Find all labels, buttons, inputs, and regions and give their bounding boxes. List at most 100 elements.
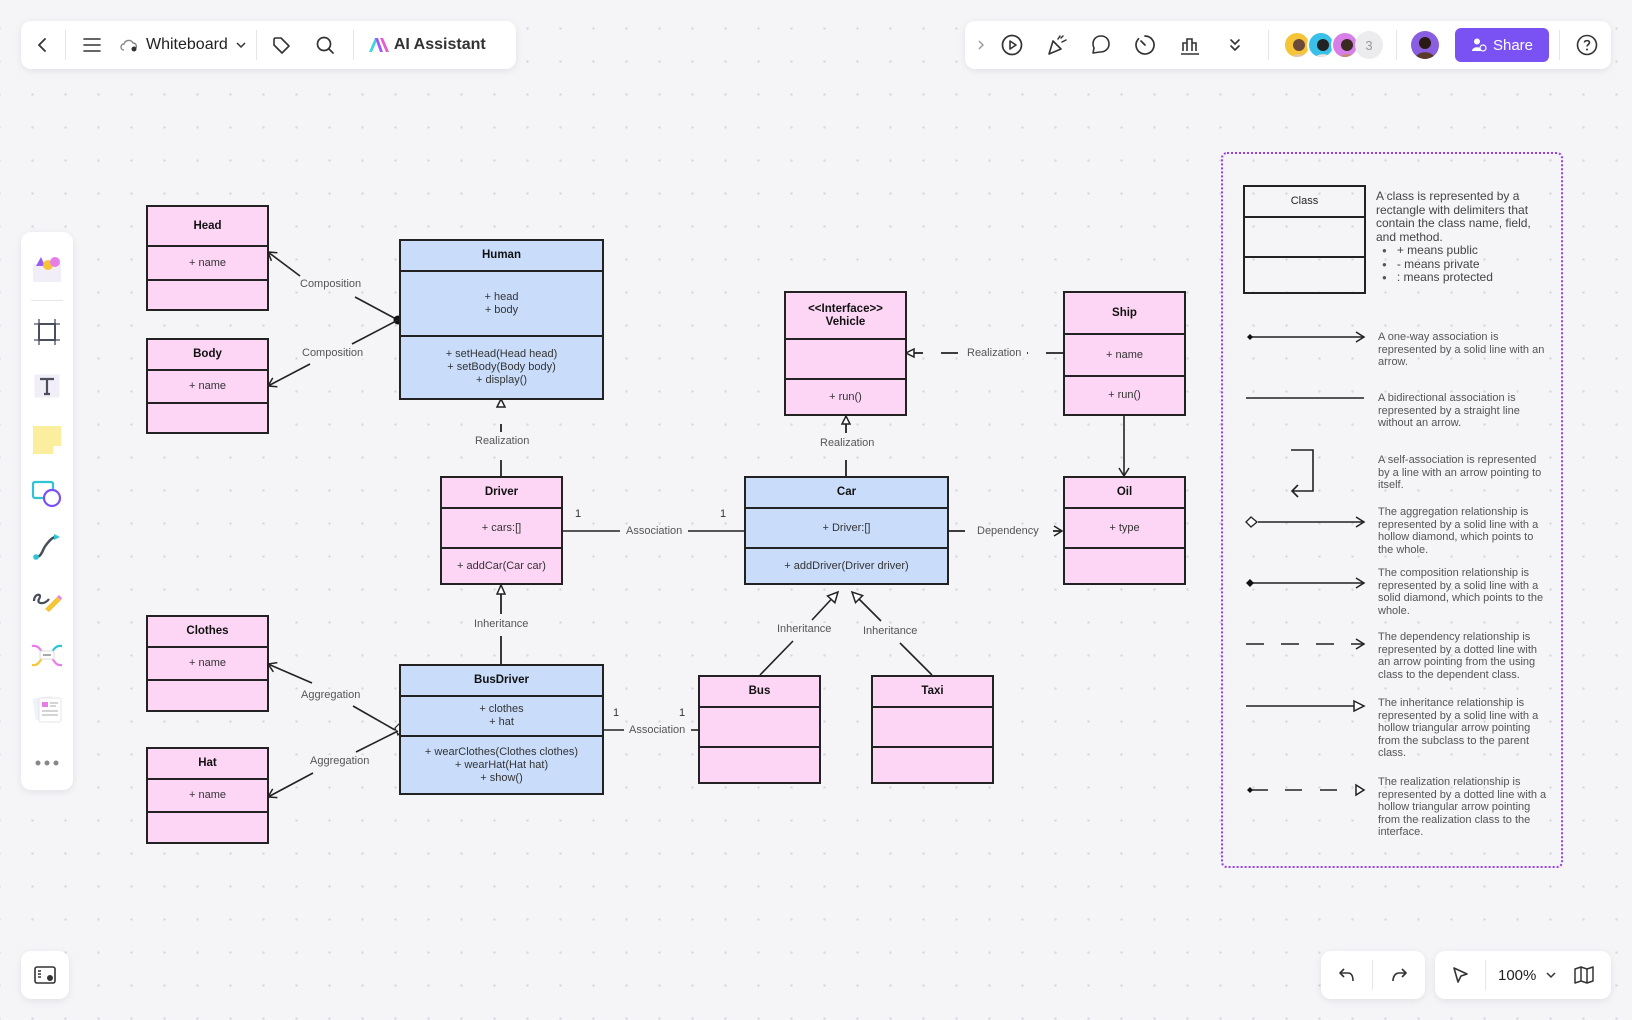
class-method: + run() [829, 390, 862, 403]
minimap-button[interactable] [1566, 951, 1602, 999]
pen-tool[interactable] [25, 579, 69, 623]
class-oil[interactable]: Oil + type [1063, 476, 1186, 585]
zoom-level-dropdown[interactable]: 100% [1486, 951, 1566, 999]
connector-label[interactable]: Inheritance [775, 623, 834, 635]
map-icon [1574, 966, 1595, 984]
connector-label[interactable]: Composition [300, 347, 366, 359]
board-title-dropdown[interactable]: Whiteboard [118, 21, 256, 69]
class-human[interactable]: Human + head + body + setHead(Head head)… [399, 239, 604, 400]
expand-toolbar-button[interactable] [971, 35, 991, 55]
mindmap-tool[interactable] [25, 633, 69, 677]
class-methods-section [1065, 547, 1184, 583]
select-tool-button[interactable] [1435, 951, 1485, 999]
class-car[interactable]: Car + Driver:[] + addDriver(Driver drive… [744, 476, 949, 585]
celebrate-icon [1048, 35, 1067, 55]
redo-icon [1391, 968, 1407, 982]
class-field: + cars:[] [481, 521, 522, 534]
sticky-note-tool[interactable] [25, 418, 69, 462]
tag-button[interactable] [257, 21, 305, 69]
templates-tool[interactable] [25, 247, 69, 291]
class-clothes[interactable]: Clothes + name [146, 615, 269, 712]
ai-assistant-button[interactable]: AI Assistant [354, 21, 496, 69]
class-method: + display() [475, 374, 528, 386]
connector-label[interactable]: Aggregation [308, 755, 372, 767]
class-busdriver[interactable]: BusDriver + clothes + hat + wearClothes(… [399, 664, 604, 795]
connector-label[interactable]: Realization [473, 435, 532, 447]
connector-icon [33, 534, 60, 561]
chart-icon [1181, 38, 1199, 55]
class-field: + hat [489, 716, 514, 728]
present-button[interactable] [998, 31, 1026, 59]
more-tools-button[interactable] [1221, 31, 1249, 59]
class-name: Body [193, 348, 222, 360]
divider [1268, 30, 1269, 60]
connector-label[interactable]: Inheritance [861, 625, 920, 637]
class-body[interactable]: Body + name [146, 338, 269, 434]
class-name: Taxi [921, 685, 944, 697]
class-driver[interactable]: Driver + cars:[] + addCar(Car car) [440, 476, 563, 585]
class-name: Human [482, 249, 521, 261]
connector-label[interactable]: Association [627, 724, 688, 736]
timer-icon [1135, 35, 1155, 55]
class-field: + body [484, 303, 519, 316]
class-method: + addCar(Car car) [457, 559, 546, 572]
back-button[interactable] [21, 21, 65, 69]
connector-label[interactable]: Aggregation [299, 689, 363, 701]
current-user-avatar[interactable] [1411, 31, 1439, 59]
connector-tool[interactable] [25, 526, 69, 570]
presentation-notes-button[interactable] [21, 951, 69, 999]
class-vehicle-interface[interactable]: <<Interface>> Vehicle + run() [784, 291, 907, 416]
legend-text-dependency: The dependency relationship is represent… [1378, 631, 1537, 681]
multiplicity-label: 1 [613, 707, 620, 719]
timer-button[interactable] [1131, 31, 1159, 59]
pen-icon [32, 594, 62, 613]
connector-label[interactable]: Dependency [975, 525, 1041, 537]
chevron-right-icon [978, 40, 984, 50]
legend-class-box: Class [1243, 185, 1366, 294]
class-field: + head [484, 290, 519, 303]
vote-button[interactable] [1176, 31, 1204, 59]
more-tools-button[interactable] [25, 741, 69, 785]
play-icon [1001, 34, 1023, 56]
class-field: + Driver:[] [822, 521, 871, 534]
class-head[interactable]: Head + name [146, 205, 269, 311]
collaborator-count[interactable]: 3 [1355, 31, 1383, 59]
text-tool[interactable] [25, 364, 69, 408]
legend-text-aggregation: The aggregation relationship is represen… [1378, 506, 1539, 556]
connector-label[interactable]: Realization [818, 437, 877, 449]
avatar-image-icon [1415, 37, 1435, 59]
frame-tool[interactable] [25, 310, 69, 354]
legend-text-realization: The realization relationship is represen… [1378, 776, 1547, 839]
shapes-tool[interactable] [25, 472, 69, 516]
celebrate-button[interactable] [1043, 31, 1071, 59]
undo-button[interactable] [1321, 951, 1372, 999]
class-taxi[interactable]: Taxi [871, 675, 994, 784]
help-button[interactable] [1573, 31, 1601, 59]
comment-icon [1092, 35, 1110, 54]
class-methods-section [148, 402, 267, 432]
class-hat[interactable]: Hat + name [146, 747, 269, 844]
class-field: + name [189, 380, 226, 392]
notes-icon [34, 966, 56, 984]
class-bus[interactable]: Bus [698, 675, 821, 784]
class-name: Ship [1112, 306, 1137, 319]
ai-assistant-label: AI Assistant [393, 36, 486, 53]
class-methods-section [148, 279, 267, 309]
connector-label[interactable]: Realization [965, 347, 1024, 359]
connector-label[interactable]: Inheritance [472, 618, 531, 630]
legend-class-fields [1245, 216, 1364, 256]
chevron-left-icon [38, 38, 46, 52]
comment-button[interactable] [1087, 31, 1115, 59]
connector-label[interactable]: Composition [298, 278, 364, 290]
class-name: Bus [748, 685, 771, 697]
class-ship[interactable]: Ship + name + run() [1063, 291, 1186, 416]
class-name: Driver [484, 486, 519, 498]
search-button[interactable] [305, 21, 345, 69]
share-button[interactable]: Share [1455, 28, 1549, 62]
menu-button[interactable] [66, 21, 118, 69]
connector-label[interactable]: Association [624, 525, 685, 537]
redo-button[interactable] [1373, 951, 1424, 999]
class-methods-section [148, 811, 267, 842]
undo-icon [1338, 968, 1354, 982]
cards-tool[interactable] [25, 687, 69, 731]
